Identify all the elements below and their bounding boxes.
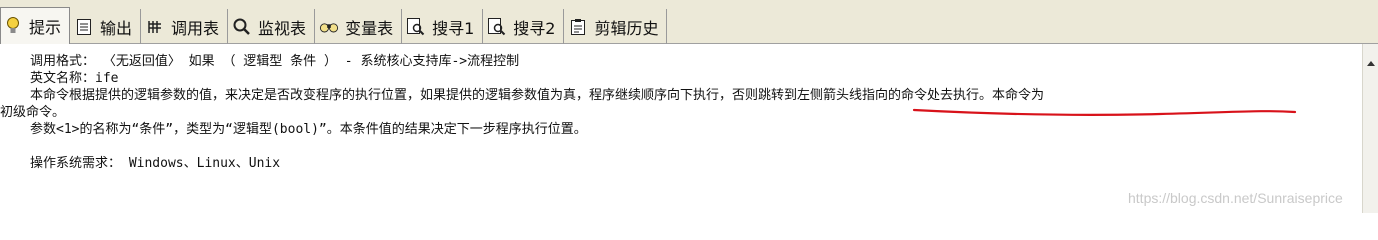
tips-content-area: 调用格式： 〈无返回值〉 如果 （ 逻辑型 条件 ） - 系统核心支持库->流程… [0,44,1362,213]
tab-variable-table[interactable]: 变量表 [315,9,403,44]
tab-label: 搜寻1 [432,18,475,38]
stack-icon [145,17,165,37]
tab-label: 输出 [100,18,133,38]
search-document-icon [487,17,507,37]
tab-search-1[interactable]: 搜寻1 [402,9,484,44]
watermark: https://blog.csdn.net/Sunraiseprice [1128,190,1343,206]
parameter-line: 参数<1>的名称为“条件”，类型为“逻辑型(bool)”。本条件值的结果决定下一… [30,122,587,137]
clipboard-icon [568,17,588,37]
tab-label: 提示 [29,18,62,37]
tab-clip-history[interactable]: 剪辑历史 [564,9,668,44]
scroll-up-button[interactable] [1363,54,1378,72]
tab-search-2[interactable]: 搜寻2 [483,9,565,44]
red-underline-annotation [912,108,1297,116]
tab-label: 变量表 [345,18,394,38]
document-icon [74,17,94,37]
description-line-wrap: 初级命令。 [0,105,66,120]
tab-tips[interactable]: 提示 [0,7,71,44]
english-name-line: 英文名称：ife [30,71,119,86]
tab-label: 监视表 [258,18,307,38]
call-format-line: 调用格式： 〈无返回值〉 如果 （ 逻辑型 条件 ） - 系统核心支持库->流程… [30,54,520,69]
tab-watch-table[interactable]: 监视表 [228,9,316,44]
tab-label: 调用表 [171,18,220,38]
chevron-up-icon [1367,61,1375,66]
description-line: 本命令根据提供的逻辑参数的值，来决定是否改变程序的执行位置，如果提供的逻辑参数值… [30,88,1045,103]
tab-label: 搜寻2 [513,18,556,38]
magnifier-icon [232,17,252,37]
tab-output[interactable]: 输出 [70,9,142,44]
os-requirement-line: 操作系统需求： Windows、Linux、Unix [30,156,281,171]
search-document-icon [406,17,426,37]
tab-call-table[interactable]: 调用表 [141,9,229,44]
tab-label: 剪辑历史 [594,18,659,38]
lightbulb-icon [3,16,23,36]
bottom-panel-tabbar: 提示 输出 调用表 监视表 变量表 搜寻1 搜寻2 剪辑历史 [0,0,1378,44]
tab-strip: 提示 输出 调用表 监视表 变量表 搜寻1 搜寻2 剪辑历史 [0,7,668,44]
binoculars-icon [319,17,339,37]
vertical-scrollbar[interactable] [1362,44,1378,213]
